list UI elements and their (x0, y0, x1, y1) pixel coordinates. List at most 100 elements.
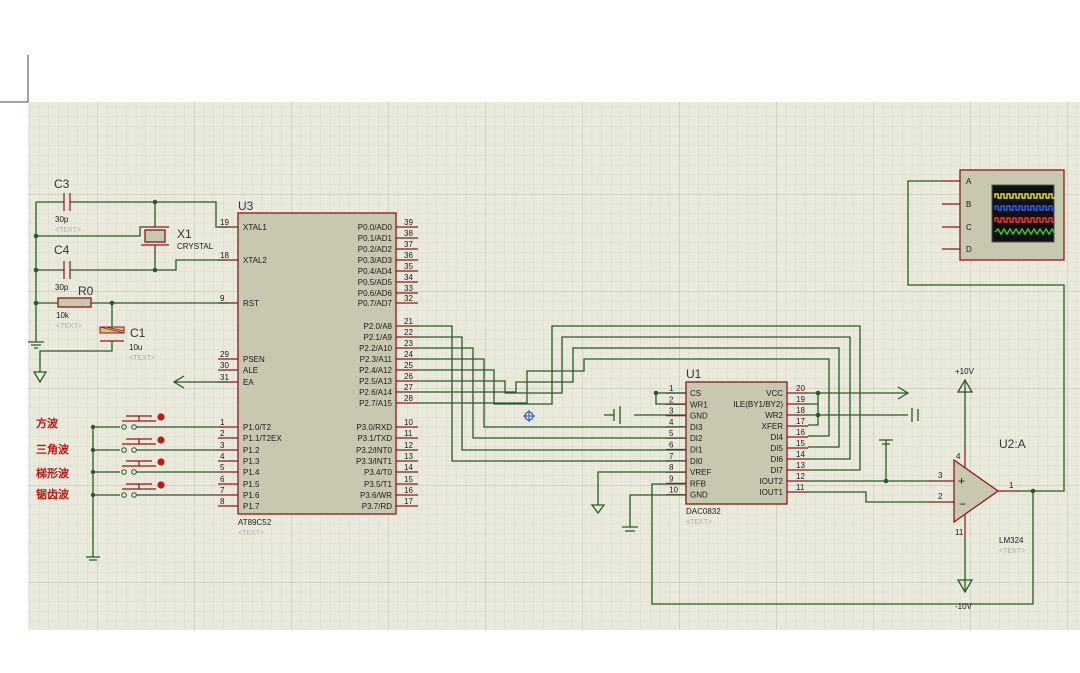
u3-pin-num: 35 (404, 262, 413, 271)
oscilloscope[interactable]: A B C D (942, 169, 1065, 261)
u2-part: LM324 (999, 536, 1024, 545)
u1-pin-num: 5 (669, 429, 674, 438)
u1-ref: U1 (686, 367, 702, 381)
u3-pin-num: 12 (404, 441, 413, 450)
u1-pin-num: 3 (669, 407, 674, 416)
u2-text: <TEXT> (999, 548, 1025, 555)
u3-pin-name: P3.6/WR (360, 491, 392, 500)
u2-pin-minus: 2 (938, 492, 943, 501)
u1-text: <TEXT> (686, 519, 712, 526)
u3-pin-num: 14 (404, 463, 413, 472)
u3-text: <TEXT> (238, 530, 264, 537)
u3-pin-name: P1.4 (243, 468, 260, 477)
u3-pin-name: P1.7 (243, 502, 260, 511)
u1-pin-name: GND (690, 412, 708, 421)
u1-pin-name: WR2 (765, 411, 783, 420)
u3-pin-name: P0.2/AD2 (358, 245, 393, 254)
c1-text: <TEXT> (129, 355, 155, 362)
u2-pin-plus: 3 (938, 471, 943, 480)
u3-pin-num: 34 (404, 273, 413, 282)
u1-part: DAC0832 (686, 507, 721, 516)
button-label: 方波 (36, 416, 59, 430)
button-label: 锯齿波 (36, 487, 70, 501)
c4-value: 30p (55, 283, 69, 292)
u1-pin-name: VCC (766, 389, 783, 398)
u3-pin-num: 2 (220, 429, 225, 438)
u3-pin-name: P0.1/AD1 (358, 234, 393, 243)
u3-pin-name: P2.7/A15 (359, 399, 392, 408)
u1-pin-num: 12 (796, 472, 805, 481)
u1-pin-name: DI5 (771, 444, 784, 453)
u3-pin-name: P1.3 (243, 457, 260, 466)
u3-pin-num: 7 (220, 486, 225, 495)
svg-text:−: − (959, 497, 966, 511)
u1-pin-name: XFER (762, 422, 784, 431)
u3-part: AT89C52 (238, 518, 272, 527)
u1-pin-name: ILE(BY1/BY2) (733, 400, 783, 409)
u1-pin-name: DI2 (690, 434, 703, 443)
scope-trace (994, 205, 1055, 211)
u3-pin-name: P2.5/A13 (359, 377, 392, 386)
u3-pin-name: ALE (243, 366, 258, 375)
u3-pin-name: P2.6/A14 (359, 388, 392, 397)
x1-ref: X1 (177, 227, 192, 241)
u2-pin-out: 1 (1009, 481, 1014, 490)
u3-pin-name: XTAL1 (243, 223, 267, 232)
u3-pin-num: 1 (220, 418, 225, 427)
u1-pin-num: 16 (796, 428, 805, 437)
u3-pin-num: 27 (404, 383, 413, 392)
u3-pin-num: 6 (220, 475, 225, 484)
u3-pin-name: P2.3/A11 (360, 355, 393, 364)
u3-pin-num: 24 (404, 350, 413, 359)
u3-pin-num: 5 (220, 463, 225, 472)
c3-value: 30p (55, 215, 69, 224)
u1-dac[interactable]: U1 DAC0832 <TEXT> 1 CS 2 WR1 3 GND 4 DI3 5 DI2 6 DI… (666, 367, 808, 526)
u1-pin-num: 6 (669, 441, 674, 450)
c4-ref: C4 (54, 243, 70, 257)
u3-microcontroller[interactable]: U3 AT89C52 <TEXT> 19XTAL118XTAL29RST29PS… (218, 199, 418, 537)
r0-value: 10k (56, 311, 70, 320)
c1-ref: C1 (130, 326, 146, 340)
u3-pin-name: P2.2/A10 (359, 344, 392, 353)
u1-pin-name: CS (690, 389, 701, 398)
u1-pin-name: DI6 (771, 455, 784, 464)
u1-pin-num: 1 (669, 384, 674, 393)
u3-pin-num: 13 (404, 452, 413, 461)
u3-pin-num: 33 (404, 284, 413, 293)
scope-ch-d: D (966, 245, 972, 254)
u3-pin-name: RST (243, 299, 259, 308)
schematic-canvas: U3 AT89C52 <TEXT> 19XTAL118XTAL29RST29PS… (0, 55, 1080, 630)
button-label: 三角波 (36, 442, 70, 456)
u3-pin-name: P3.5/T1 (364, 480, 393, 489)
c1-value: 10u (129, 343, 142, 352)
u3-pin-name: EA (243, 378, 254, 387)
u1-pin-num: 9 (669, 474, 674, 483)
u1-pin-num: 13 (796, 461, 805, 470)
u3-pin-num: 8 (220, 497, 225, 506)
u3-pin-num: 32 (404, 294, 413, 303)
u3-pin-num: 21 (404, 317, 413, 326)
u3-pin-name: P1.6 (243, 491, 260, 500)
u3-pin-name: P1.0/T2 (243, 423, 272, 432)
u3-pin-num: 36 (404, 251, 413, 260)
u3-pin-name: P0.5/AD5 (358, 278, 393, 287)
u1-pin-name: DI3 (690, 423, 703, 432)
c3-ref: C3 (54, 177, 70, 191)
scope-ch-c: C (966, 223, 972, 232)
u1-pin-num: 8 (669, 463, 674, 472)
u3-pin-num: 38 (404, 229, 413, 238)
u3-pin-name: P2.0/A8 (364, 322, 393, 331)
u3-pin-name: P0.6/AD6 (358, 289, 393, 298)
u3-pin-num: 39 (404, 218, 413, 227)
u3-pin-name: P3.4/T0 (364, 468, 393, 477)
u3-pin-name: P3.0/RXD (356, 423, 392, 432)
u3-pin-name: P0.0/AD0 (358, 223, 393, 232)
u3-pin-name: P3.3/INT1 (356, 457, 393, 466)
button-label: 梯形波 (36, 466, 70, 480)
window-corner (0, 55, 29, 103)
u3-pin-name: P1.2 (243, 446, 260, 455)
u3-pin-num: 4 (220, 452, 225, 461)
u2-ref: U2:A (999, 437, 1026, 451)
u3-pin-num: 3 (220, 441, 225, 450)
u2-pin-v4: 4 (956, 452, 961, 461)
